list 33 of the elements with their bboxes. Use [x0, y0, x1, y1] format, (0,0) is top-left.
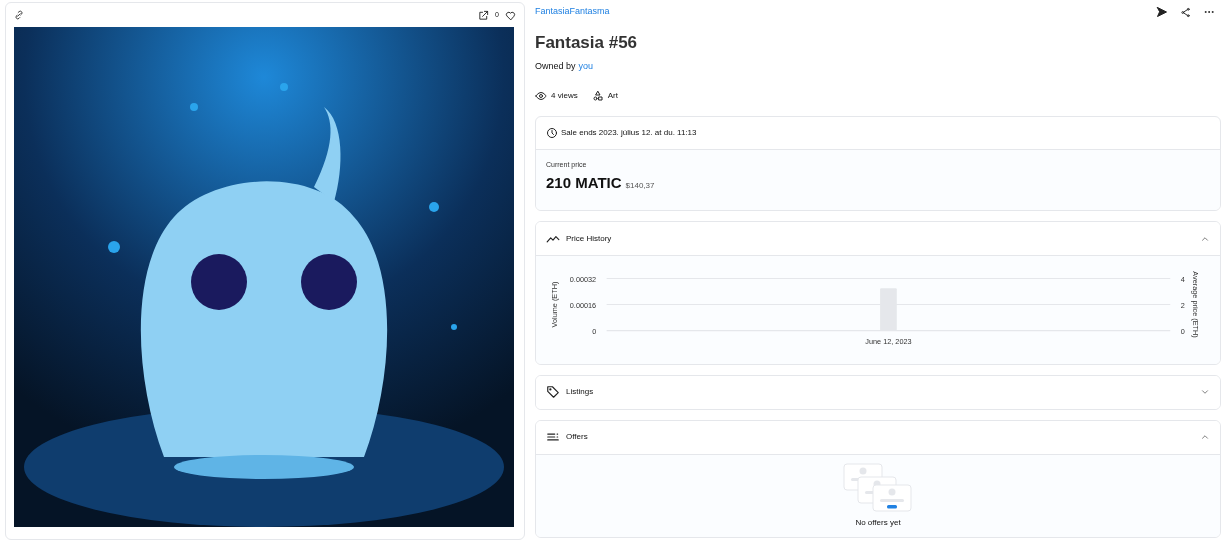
chevron-up-icon: [1200, 432, 1210, 442]
stat-label: 4 views: [551, 90, 578, 102]
axis-tick-label: 2: [1180, 300, 1185, 310]
share-icon[interactable]: [1180, 6, 1191, 18]
price-value: 210 MATIC: [546, 172, 622, 193]
sale-end-text: Sale ends 2023. július 12. at du. 11:13: [561, 127, 697, 139]
heart-icon[interactable]: [505, 9, 516, 21]
clock-icon: [546, 127, 558, 139]
accordion-header[interactable]: Listings: [536, 375, 1220, 409]
external-link-icon[interactable]: [478, 9, 490, 21]
axis-title: Average price (ETH): [1191, 271, 1201, 338]
collection-link[interactable]: FantasiaFantasma: [535, 5, 610, 19]
list-icon: [546, 430, 560, 444]
axis-tick-label: June 12, 2023: [865, 337, 912, 347]
tag-icon: [546, 385, 560, 399]
axis-tick-label: 4: [1180, 274, 1185, 284]
empty-message: No offers yet: [855, 516, 901, 529]
send-icon[interactable]: [1156, 6, 1168, 18]
axis-tick-label: 0: [1180, 326, 1185, 336]
eye-icon: [535, 90, 547, 102]
chain-link-icon: [14, 10, 24, 20]
fiat-price: $140,37: [625, 179, 655, 192]
axis-tick-label: 0.00032: [569, 274, 597, 284]
owner-link[interactable]: you: [578, 59, 594, 73]
shapes-icon: [591, 90, 604, 102]
owner-label: Owned by: [535, 59, 576, 73]
stat-label: Art: [607, 90, 618, 102]
axis-title: Volume (ETH): [549, 281, 559, 328]
item-title: Fantasia #56: [535, 32, 639, 54]
axis-tick-label: 0.00016: [569, 300, 597, 310]
axis-tick-label: 0: [592, 326, 597, 336]
empty-offers-drawing: [843, 462, 913, 513]
chevron-down-icon: [1200, 387, 1210, 397]
